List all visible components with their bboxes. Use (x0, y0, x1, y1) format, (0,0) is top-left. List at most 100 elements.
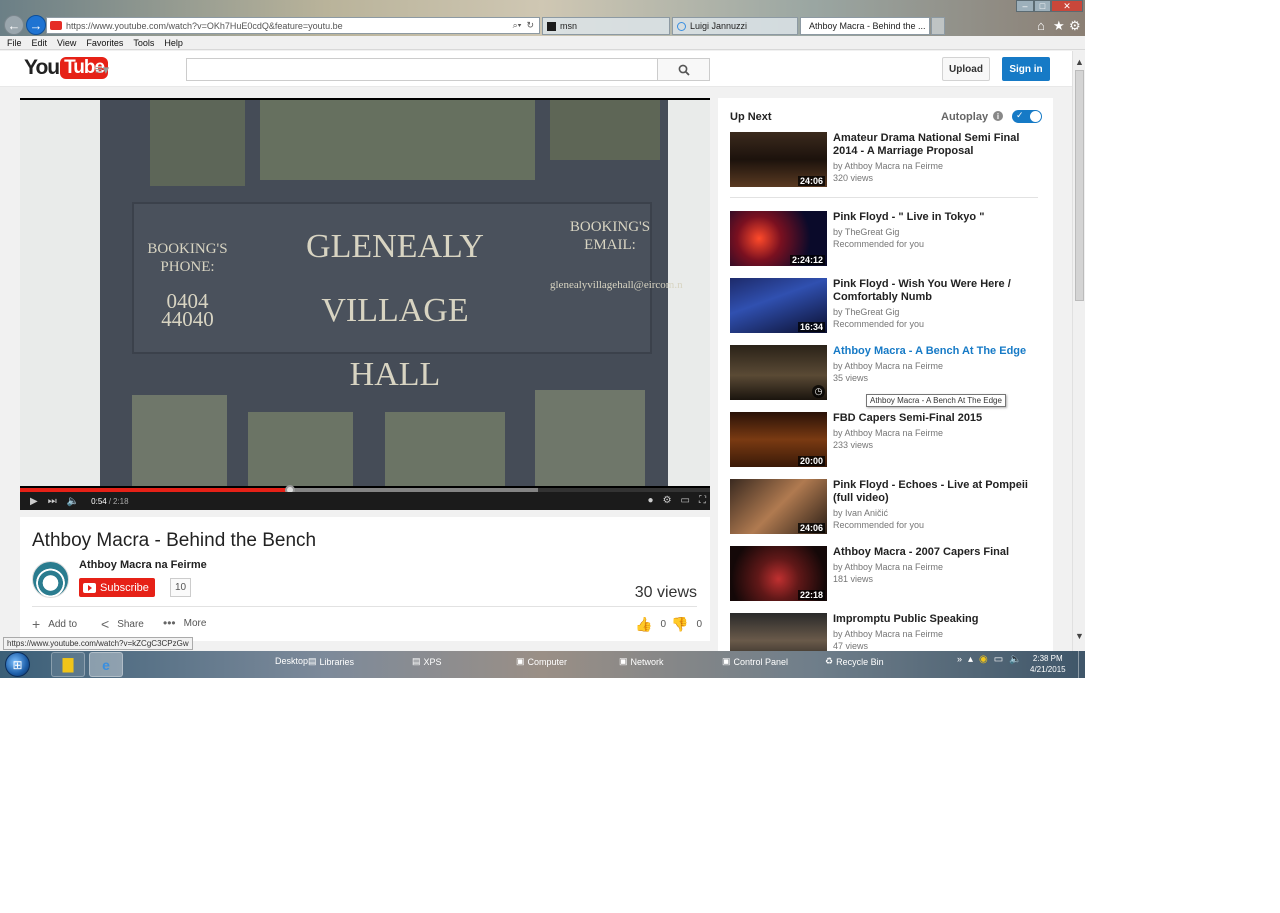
start-button[interactable]: ⊞ (5, 652, 30, 677)
quick-link-network[interactable]: ▣ Network (619, 656, 664, 667)
toolbar-overflow-icon[interactable]: » (957, 654, 962, 664)
video-title-link[interactable]: FBD Capers Semi-Final 2015 (833, 412, 1045, 425)
settings-gear-icon[interactable]: ⚙ (663, 495, 672, 506)
recommended-video[interactable]: 16:34 Pink Floyd - Wish You Were Here / … (730, 278, 1042, 334)
taskbar-explorer[interactable]: ▇ (51, 652, 85, 677)
minimize-button[interactable]: – (1016, 0, 1034, 12)
quick-link-desktop[interactable]: Desktop (275, 656, 308, 666)
show-desktop-button[interactable] (1078, 651, 1085, 678)
video-title-link[interactable]: Pink Floyd - Echoes - Live at Pompeii (f… (833, 479, 1045, 505)
tab-msn[interactable]: msn (542, 17, 670, 35)
quick-link-control-panel[interactable]: ▣ Control Panel (722, 656, 788, 667)
forward-button[interactable]: → (26, 15, 46, 35)
volume-icon[interactable]: 🔈 (67, 496, 79, 507)
video-title-link[interactable]: Pink Floyd - Wish You Were Here / Comfor… (833, 278, 1045, 304)
more-label: More (183, 617, 207, 629)
video-title-link[interactable]: Impromptu Public Speaking (833, 613, 1045, 626)
recommended-video[interactable]: 22:18 Athboy Macra - 2007 Capers Final b… (730, 546, 1042, 602)
video-title-link[interactable]: Athboy Macra - A Bench At The Edge (833, 345, 1045, 358)
network-tray-icon[interactable]: ▭ (994, 654, 1003, 665)
share-button[interactable]: < Share (101, 616, 144, 632)
recommended-video[interactable]: ◷ Athboy Macra - A Bench At The Edge by … (730, 345, 1042, 401)
menu-view[interactable]: View (57, 36, 76, 49)
sign-in-button[interactable]: Sign in (1002, 57, 1050, 81)
refresh-icon[interactable]: ↻ (526, 20, 534, 31)
video-title-link[interactable]: Amateur Drama National Semi Final 2014 -… (833, 132, 1045, 158)
close-window-button[interactable]: ✕ (1051, 0, 1083, 12)
video-thumbnail[interactable] (730, 613, 827, 651)
video-meta: Recommended for you (833, 520, 925, 530)
home-icon[interactable]: ⌂ (1037, 18, 1045, 33)
theater-mode-icon[interactable]: ▭ (681, 495, 690, 506)
tab-luigi-jannuzzi[interactable]: Luigi Jannuzzi (672, 17, 798, 35)
quick-link-xps[interactable]: ▤ XPS (412, 656, 442, 667)
next-icon[interactable]: ⏭ (48, 496, 57, 507)
video-thumbnail[interactable]: 24:06 (730, 132, 827, 187)
share-label: Share (117, 618, 144, 630)
dislike-button[interactable]: 👎 0 (671, 616, 702, 633)
fullscreen-icon[interactable]: ⛶ (699, 495, 706, 506)
annotations-icon[interactable]: ● (648, 495, 654, 506)
show-hidden-icons-icon[interactable]: ▴ (968, 654, 973, 665)
system-tray: ▴ ◉ ▭ 🔈 (968, 654, 1022, 665)
video-thumbnail[interactable]: 20:00 (730, 412, 827, 467)
taskbar-internet-explorer[interactable]: e (89, 652, 123, 677)
recommended-video[interactable]: Impromptu Public Speaking by Athboy Macr… (730, 613, 1042, 651)
tab-youtube-active[interactable]: Athboy Macra - Behind the ... ✕ (800, 17, 930, 35)
video-duration: 20:00 (797, 456, 825, 466)
search-button[interactable] (657, 58, 710, 81)
new-tab-button[interactable] (931, 17, 945, 35)
play-icon[interactable]: ▶ (30, 496, 38, 507)
gear-icon[interactable]: ⚙ (1069, 18, 1081, 34)
info-icon[interactable]: i (993, 111, 1003, 121)
recommended-video[interactable]: 24:06 Amateur Drama National Semi Final … (730, 132, 1042, 188)
back-button[interactable]: ← (4, 15, 24, 35)
favorites-star-icon[interactable]: ★ (1053, 18, 1065, 34)
menu-tools[interactable]: Tools (133, 36, 154, 49)
norton-icon[interactable]: ◉ (979, 654, 988, 665)
scroll-down-icon[interactable]: ▼ (1075, 631, 1084, 641)
video-player[interactable]: BOOKING'S PHONE: 0404 44040 GLENEALY VIL… (20, 98, 710, 510)
menu-favorites[interactable]: Favorites (86, 36, 123, 49)
recommended-video[interactable]: 24:06 Pink Floyd - Echoes - Live at Pomp… (730, 479, 1042, 535)
video-meta: 233 views (833, 440, 874, 450)
video-title-link[interactable]: Pink Floyd - " Live in Tokyo " (833, 211, 1045, 224)
channel-name[interactable]: Athboy Macra na Feirme (79, 559, 207, 571)
sign-text-line: BOOKING'S (147, 241, 228, 257)
address-bar[interactable]: https://www.youtube.com/watch?v=OKh7HuE0… (46, 17, 540, 34)
system-clock[interactable]: 2:38 PM 4/21/2015 (1030, 653, 1066, 675)
quick-link-computer[interactable]: ▣ Computer (516, 656, 567, 667)
autoplay-toggle[interactable]: ✓ (1012, 110, 1042, 123)
quick-link-recycle-bin[interactable]: ♻ Recycle Bin (825, 656, 884, 667)
like-button[interactable]: 👍 0 (635, 616, 666, 633)
video-thumbnail[interactable]: 2:24:12 (730, 211, 827, 266)
clock-icon[interactable]: ◷ (812, 385, 825, 398)
maximize-button[interactable]: □ (1034, 0, 1051, 12)
menu-edit[interactable]: Edit (32, 36, 48, 49)
scroll-up-icon[interactable]: ▲ (1075, 57, 1084, 67)
guide-menu-icon[interactable]: ≡▾ (95, 62, 109, 78)
video-thumbnail[interactable]: 22:18 (730, 546, 827, 601)
scroll-thumb[interactable] (1075, 70, 1084, 301)
search-dropdown-icon[interactable]: ⌕▾ (513, 20, 522, 31)
channel-avatar[interactable] (32, 561, 69, 598)
volume-tray-icon[interactable]: 🔈 (1009, 654, 1021, 665)
more-button[interactable]: ••• More (163, 616, 206, 630)
subscribe-button[interactable]: Subscribe (79, 578, 155, 597)
video-thumbnail[interactable]: 24:06 (730, 479, 827, 534)
menu-help[interactable]: Help (164, 36, 183, 49)
quick-link-libraries[interactable]: ▤ Libraries (308, 656, 354, 667)
add-to-button[interactable]: + Add to (32, 616, 77, 632)
recommended-video[interactable]: 20:00 FBD Capers Semi-Final 2015 by Athb… (730, 412, 1042, 468)
video-title-link[interactable]: Athboy Macra - 2007 Capers Final (833, 546, 1045, 559)
upload-button[interactable]: Upload (942, 57, 990, 81)
video-frame[interactable]: BOOKING'S PHONE: 0404 44040 GLENEALY VIL… (20, 100, 710, 486)
video-thumbnail[interactable]: 16:34 (730, 278, 827, 333)
video-thumbnail[interactable]: ◷ (730, 345, 827, 400)
recommended-video[interactable]: 2:24:12 Pink Floyd - " Live in Tokyo " b… (730, 211, 1042, 267)
address-url[interactable]: https://www.youtube.com/watch?v=OKh7HuE0… (66, 21, 513, 31)
folder-icon: ▇ (62, 656, 74, 672)
page-scrollbar[interactable]: ▲ ▼ (1072, 51, 1085, 651)
menu-file[interactable]: File (7, 36, 22, 49)
search-input[interactable] (186, 58, 658, 81)
